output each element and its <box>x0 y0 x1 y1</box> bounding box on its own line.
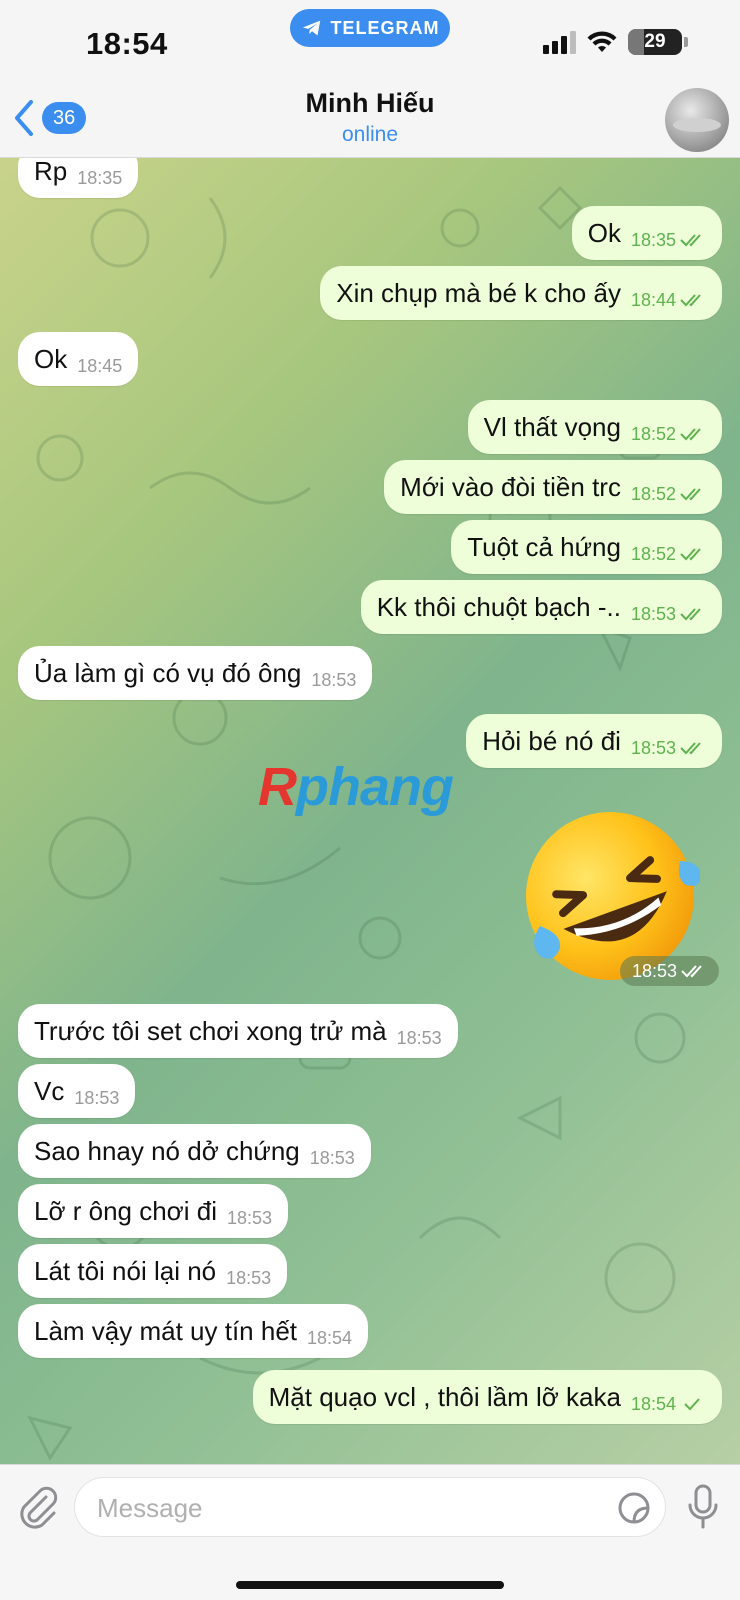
message-outgoing[interactable]: Xin chụp mà bé k cho ấy 18:44 <box>320 266 722 320</box>
message-text: Lỡ r ông chơi đi <box>34 1195 217 1226</box>
message-text: Làm vậy mát uy tín hết <box>34 1315 298 1346</box>
message-text: Tuột cả hứng <box>467 531 621 562</box>
message-incoming[interactable]: Lát tôi nói lại nó 18:53 <box>18 1244 288 1298</box>
avatar[interactable] <box>665 88 729 152</box>
contact-status: online <box>341 123 399 146</box>
message-time: 18:53 <box>226 1207 273 1228</box>
top-bar: 18:54 TELEGRAM 29 36 Minh Hiếu online <box>0 0 740 158</box>
contact-name: Minh Hiếu <box>305 88 435 118</box>
double-check-icon <box>680 234 701 247</box>
message-incoming[interactable]: Trước tôi set chơi xong trử mà 18:53 <box>18 1004 458 1058</box>
watermark-logo: Rphang <box>258 757 454 817</box>
double-check-icon <box>680 428 701 441</box>
battery-icon: 29 <box>628 29 682 55</box>
message-text: Ủa làm gì có vụ đó ông <box>34 657 302 688</box>
message-time: 18:53 <box>630 603 676 624</box>
home-indicator[interactable] <box>236 1581 504 1589</box>
message-time: 18:53 <box>226 1267 272 1288</box>
battery-fill <box>628 29 644 55</box>
message-outgoing[interactable]: Mới vào đòi tiền trc 18:52 <box>384 460 722 514</box>
contact-info[interactable]: Minh Hiếu online <box>0 88 740 147</box>
telegram-pill[interactable]: TELEGRAM <box>290 9 450 47</box>
message-outgoing[interactable]: Hỏi bé nó đi 18:53 <box>466 714 722 768</box>
sticker-time: 18:53 <box>632 960 678 981</box>
message-outgoing[interactable]: Ok 18:35 <box>571 206 722 260</box>
double-check-icon <box>680 548 701 561</box>
message-text: Xin chụp mà bé k cho ấy <box>336 277 621 308</box>
message-text: Vl thất vọng <box>483 411 621 442</box>
message-input-container[interactable] <box>74 1477 666 1537</box>
battery-tip <box>684 37 688 47</box>
message-text: Mới vào đòi tiền trc <box>400 471 621 502</box>
message-text: Ok <box>34 343 68 374</box>
message-incoming[interactable]: Rp 18:35 <box>18 158 139 198</box>
sticker-icon[interactable] <box>617 1491 651 1525</box>
message-time: 18:52 <box>630 423 676 444</box>
double-check-icon <box>680 294 701 307</box>
chat-area[interactable]: Rp 18:35 Ok 18:35 Xin chụp mà bé k cho ấ… <box>0 158 740 1464</box>
message-time: 18:53 <box>630 737 676 758</box>
message-outgoing[interactable]: Vl thất vọng 18:52 <box>467 400 722 454</box>
message-time: 18:44 <box>630 289 676 310</box>
message-outgoing[interactable]: Kk thôi chuột bạch -.. 18:53 <box>360 580 722 634</box>
message-text: Hỏi bé nó đi <box>482 725 621 756</box>
message-text: Ok <box>587 217 621 248</box>
message-time: 18:53 <box>74 1087 120 1108</box>
composer-bar <box>0 1464 740 1600</box>
message-incoming[interactable]: Ủa làm gì có vụ đó ông 18:53 <box>18 646 373 700</box>
message-text: Kk thôi chuột bạch -.. <box>376 591 621 622</box>
message-time: 18:53 <box>396 1027 442 1048</box>
telegram-plane-icon <box>302 20 320 36</box>
microphone-icon[interactable] <box>686 1483 720 1531</box>
message-incoming[interactable]: Làm vậy mát uy tín hết 18:54 <box>18 1304 369 1358</box>
attachment-icon[interactable] <box>16 1485 58 1531</box>
message-text: Rp <box>34 158 68 186</box>
message-incoming[interactable]: Ok 18:45 <box>18 332 139 386</box>
message-outgoing[interactable]: Mặt quạo vcl , thôi lầm lỡ kaka 18:54 <box>252 1370 722 1424</box>
message-time: 18:53 <box>309 1147 355 1168</box>
message-time: 18:54 <box>307 1327 353 1348</box>
message-time: 18:52 <box>630 543 676 564</box>
message-text: Mặt quạo vcl , thôi lầm lỡ kaka <box>268 1381 621 1412</box>
message-incoming[interactable]: Lỡ r ông chơi đi 18:53 <box>18 1184 289 1238</box>
message-time: 18:52 <box>630 483 676 504</box>
message-time: 18:35 <box>630 229 676 250</box>
message-time: 18:35 <box>77 167 123 188</box>
status-time: 18:54 <box>86 26 168 61</box>
message-text: Trước tôi set chơi xong trử mà <box>34 1015 387 1046</box>
sticker-time-badge: 18:53 <box>620 956 720 986</box>
double-check-icon <box>681 965 702 978</box>
message-input[interactable] <box>97 1490 577 1526</box>
message-time: 18:45 <box>77 355 123 376</box>
message-text: Sao hnay nó dở chứng <box>34 1135 300 1166</box>
message-incoming[interactable]: Sao hnay nó dở chứng 18:53 <box>18 1124 371 1178</box>
cellular-signal-icon <box>543 30 576 54</box>
message-text: Lát tôi nói lại nó <box>34 1255 217 1286</box>
status-icons: 29 <box>543 29 688 55</box>
message-time: 18:53 <box>311 669 357 690</box>
message-outgoing[interactable]: Tuột cả hứng 18:52 <box>451 520 722 574</box>
message-time: 18:54 <box>630 1393 676 1414</box>
single-check-icon <box>684 1398 700 1411</box>
message-text: Vc <box>34 1075 65 1106</box>
double-check-icon <box>680 742 701 755</box>
battery-level: 29 <box>644 31 666 52</box>
double-check-icon <box>680 608 701 621</box>
wifi-icon <box>587 31 617 52</box>
double-check-icon <box>680 488 701 501</box>
message-incoming[interactable]: Vc 18:53 <box>18 1064 136 1118</box>
telegram-pill-label: TELEGRAM <box>330 17 440 38</box>
